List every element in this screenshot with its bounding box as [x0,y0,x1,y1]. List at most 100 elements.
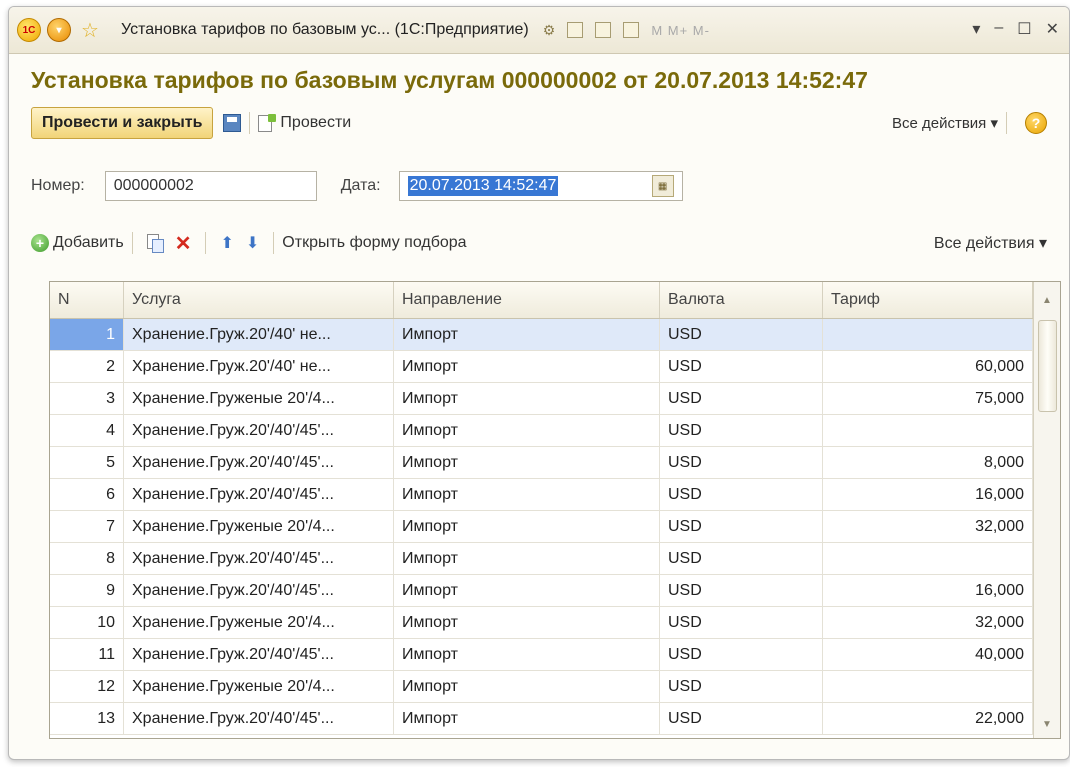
row-currency[interactable]: USD [660,607,823,638]
row-direction[interactable]: Импорт [394,415,660,446]
row-currency[interactable]: USD [660,319,823,350]
scroll-up-icon[interactable]: ▲ [1034,290,1060,310]
date-field[interactable]: 20.07.2013 14:52:47 ▦ [398,171,683,201]
row-direction[interactable]: Импорт [394,511,660,542]
table-row[interactable]: 3 Хранение.Груженые 20'/4... Импорт USD 75,0… [50,383,1060,415]
row-tariff[interactable] [823,319,1033,350]
row-direction[interactable]: Импорт [394,575,660,606]
column-header-currency[interactable]: Валюта [660,282,823,318]
row-number[interactable]: 13 [50,703,124,734]
row-tariff[interactable] [823,415,1033,446]
link-icon[interactable]: ⚙ [543,22,556,39]
app-logo-icon[interactable]: 1С [17,18,41,42]
table-row[interactable]: 6 Хранение.Груж.20'/40'/45'... Импорт USD 16… [50,479,1060,511]
number-field[interactable]: 000000002 [104,171,317,201]
table-row[interactable]: 11 Хранение.Груж.20'/40'/45'... Импорт USD 4… [50,639,1060,671]
table-row[interactable]: 7 Хранение.Груженые 20'/4... Импорт USD 32,0… [50,511,1060,543]
open-selection-form-button[interactable]: Открыть форму подбора [282,234,466,252]
row-tariff[interactable]: 75,000 [823,383,1033,414]
table-row[interactable]: 8 Хранение.Груж.20'/40'/45'... Импорт USD [50,543,1060,575]
row-tariff[interactable]: 40,000 [823,639,1033,670]
row-number[interactable]: 9 [50,575,124,606]
row-tariff[interactable]: 8,000 [823,447,1033,478]
row-service[interactable]: Хранение.Груж.20'/40'/45'... [124,639,394,670]
row-tariff[interactable]: 32,000 [823,511,1033,542]
help-icon[interactable]: ? [1025,112,1047,134]
row-number[interactable]: 2 [50,351,124,382]
row-currency[interactable]: USD [660,447,823,478]
table-row[interactable]: 4 Хранение.Груж.20'/40'/45'... Импорт USD [50,415,1060,447]
row-currency[interactable]: USD [660,575,823,606]
row-tariff[interactable] [823,671,1033,702]
row-number[interactable]: 12 [50,671,124,702]
table-row[interactable]: 2 Хранение.Груж.20'/40' не... Импорт USD 60,… [50,351,1060,383]
row-service[interactable]: Хранение.Груж.20'/40'/45'... [124,447,394,478]
maximize-icon[interactable]: ☐ [1017,19,1031,39]
add-button[interactable]: Добавить [53,234,124,252]
row-service[interactable]: Хранение.Груженые 20'/4... [124,511,394,542]
row-direction[interactable]: Импорт [394,479,660,510]
row-service[interactable]: Хранение.Груженые 20'/4... [124,383,394,414]
row-direction[interactable]: Импорт [394,639,660,670]
row-currency[interactable]: USD [660,383,823,414]
row-service[interactable]: Хранение.Груж.20'/40' не... [124,351,394,382]
row-tariff[interactable]: 16,000 [823,479,1033,510]
row-currency[interactable]: USD [660,415,823,446]
row-direction[interactable]: Импорт [394,319,660,350]
table-row[interactable]: 13 Хранение.Груж.20'/40'/45'... Импорт USD 2… [50,703,1060,735]
table-row[interactable]: 9 Хранение.Груж.20'/40'/45'... Импорт USD 16… [50,575,1060,607]
tariffs-table[interactable]: N Услуга Направление Валюта Тариф 1 Хране… [49,281,1061,739]
row-direction[interactable]: Импорт [394,703,660,734]
row-tariff[interactable]: 32,000 [823,607,1033,638]
row-tariff[interactable] [823,543,1033,574]
copy-icon[interactable] [146,234,164,253]
row-service[interactable]: Хранение.Груж.20'/40'/45'... [124,479,394,510]
all-actions-menu[interactable]: Все действия ▾ [892,114,998,132]
row-direction[interactable]: Импорт [394,351,660,382]
column-header-n[interactable]: N [50,282,124,318]
row-number[interactable]: 3 [50,383,124,414]
delete-icon[interactable]: ✕ [175,231,192,256]
close-icon[interactable]: ✕ [1046,19,1059,39]
move-down-icon[interactable]: ⬇ [246,233,259,253]
row-currency[interactable]: USD [660,703,823,734]
row-number[interactable]: 5 [50,447,124,478]
table-row[interactable]: 10 Хранение.Груженые 20'/4... Импорт USD 32,… [50,607,1060,639]
row-number[interactable]: 8 [50,543,124,574]
row-tariff[interactable]: 16,000 [823,575,1033,606]
row-number[interactable]: 1 [50,319,124,350]
table-row[interactable]: 5 Хранение.Груж.20'/40'/45'... Импорт USD 8,… [50,447,1060,479]
row-service[interactable]: Хранение.Груж.20'/40'/45'... [124,415,394,446]
row-service[interactable]: Хранение.Груж.20'/40'/45'... [124,575,394,606]
row-number[interactable]: 10 [50,607,124,638]
post-and-close-button[interactable]: Провести и закрыть [31,107,214,139]
history-icon[interactable] [567,22,584,38]
row-service[interactable]: Хранение.Груженые 20'/4... [124,607,394,638]
main-menu-icon[interactable]: ▾ [47,18,71,42]
row-number[interactable]: 11 [50,639,124,670]
row-tariff[interactable]: 22,000 [823,703,1033,734]
vertical-scrollbar[interactable]: ▲ ▼ [1033,282,1060,738]
row-currency[interactable]: USD [660,511,823,542]
calculator-icon[interactable] [595,22,612,38]
row-service[interactable]: Хранение.Груженые 20'/4... [124,671,394,702]
memory-buttons[interactable]: M M+ M- [651,23,710,38]
scroll-thumb[interactable] [1038,320,1057,412]
column-header-service[interactable]: Услуга [124,282,394,318]
row-number[interactable]: 7 [50,511,124,542]
favorites-star-icon[interactable]: ☆ [79,18,101,43]
row-service[interactable]: Хранение.Груж.20'/40' не... [124,319,394,350]
row-currency[interactable]: USD [660,543,823,574]
post-icon[interactable] [258,114,277,132]
row-service[interactable]: Хранение.Груж.20'/40'/45'... [124,543,394,574]
dropdown-icon[interactable]: ▾ [972,19,980,39]
table-row[interactable]: 12 Хранение.Груженые 20'/4... Импорт USD [50,671,1060,703]
column-header-tariff[interactable]: Тариф [823,282,1033,318]
save-icon[interactable] [223,114,242,132]
calendar-picker-icon[interactable]: ▦ [651,175,674,197]
row-currency[interactable]: USD [660,479,823,510]
row-currency[interactable]: USD [660,351,823,382]
move-up-icon[interactable]: ⬆ [220,233,233,253]
row-number[interactable]: 6 [50,479,124,510]
post-button[interactable]: Провести [280,114,351,132]
